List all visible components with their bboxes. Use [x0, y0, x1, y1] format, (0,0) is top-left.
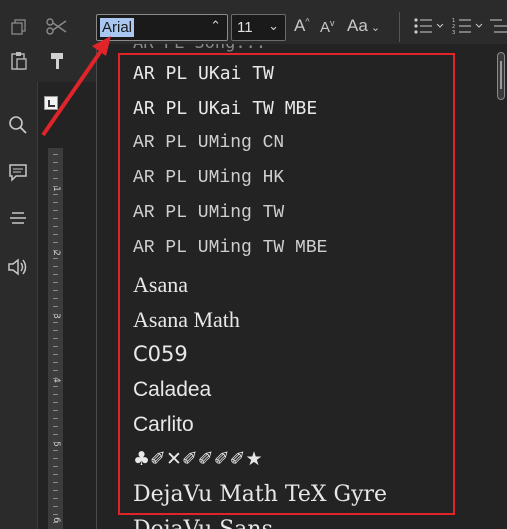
ruler-tick [53, 162, 58, 163]
format-painter-icon[interactable] [46, 50, 68, 72]
ruler-tick [53, 274, 58, 275]
ruler-tick [53, 442, 58, 443]
ruler-tick [53, 170, 58, 171]
shrink-font-icon[interactable]: Av [320, 18, 335, 36]
ruler-tick [53, 322, 58, 323]
ruler-tick [53, 226, 58, 227]
ruler-number: 6 [51, 517, 61, 523]
bullet-list-icon[interactable] [412, 16, 446, 36]
ruler-tick [53, 346, 58, 347]
comment-icon[interactable] [6, 161, 30, 183]
ruler-tick [53, 490, 58, 491]
font-item[interactable]: AR PL UKai TW [133, 56, 274, 91]
font-item[interactable]: AR PL UMing TW [133, 196, 284, 231]
ruler-tick [53, 154, 58, 155]
ruler-tick [53, 250, 58, 251]
ruler-tick [53, 210, 58, 211]
ruler-tick [53, 266, 58, 267]
speaker-icon[interactable] [6, 256, 30, 278]
font-item-partial[interactable]: AR PL Song... [133, 44, 266, 53]
ruler-tick [53, 362, 58, 363]
ruler-tick [53, 186, 58, 187]
ruler-tick [53, 434, 58, 435]
font-size-value[interactable]: 11 [237, 19, 253, 36]
font-item[interactable]: ♣✐✕✐✐✐✐★ [133, 442, 263, 477]
ruler-tick [53, 314, 58, 315]
ruler-tick [53, 178, 58, 179]
multilevel-list-icon[interactable] [488, 16, 507, 36]
left-sidebar [0, 82, 38, 529]
ruler-number: 4 [51, 377, 61, 383]
ruler-tick [53, 306, 58, 307]
font-item[interactable]: C059 [133, 337, 188, 372]
font-item[interactable]: Asana [133, 267, 188, 302]
font-item[interactable]: AR PL UMing TW MBE [133, 231, 327, 266]
font-name-combobox[interactable]: Arial ⌃ [96, 14, 228, 41]
ruler-tick [53, 410, 58, 411]
search-icon[interactable] [6, 114, 30, 136]
ruler-tick [53, 506, 58, 507]
ruler-tick [53, 194, 58, 195]
font-item[interactable]: AR PL UMing HK [133, 161, 284, 196]
font-item[interactable]: Asana Math [133, 302, 240, 337]
font-item[interactable]: AR PL UKai TW MBE [133, 91, 317, 126]
font-item[interactable]: AR PL UMing CN [133, 126, 284, 161]
ruler-tick [53, 338, 58, 339]
ruler-tick [53, 450, 58, 451]
ruler-number: 3 [51, 313, 61, 319]
ruler-number: 5 [51, 441, 61, 447]
chevron-up-icon[interactable]: ⌃ [210, 19, 221, 34]
tab-stop-selector[interactable] [44, 96, 58, 110]
ruler-tick [53, 330, 58, 331]
font-item[interactable]: Caladea [133, 372, 211, 407]
ruler-tick [53, 386, 58, 387]
svg-text:3: 3 [452, 30, 455, 35]
paste-icon[interactable] [8, 50, 30, 72]
toolbar-divider [399, 12, 400, 42]
font-name-value[interactable]: Arial [100, 18, 135, 37]
ruler-tick [53, 370, 58, 371]
ruler-tick [53, 474, 58, 475]
ruler-tick [53, 498, 58, 499]
grow-font-icon[interactable]: A^ [294, 16, 310, 36]
font-item[interactable]: DejaVu Math TeX Gyre [133, 477, 387, 512]
ruler-area [38, 82, 96, 529]
ruler-tick [53, 418, 58, 419]
ruler-tick [53, 282, 58, 283]
ruler-tick [53, 378, 58, 379]
ruler-tick [53, 298, 58, 299]
ruler-tick [53, 426, 58, 427]
ruler-tick [53, 202, 58, 203]
ruler-tick [53, 354, 58, 355]
vertical-ruler[interactable]: 1 2 3 4 5 6 [48, 148, 63, 529]
ruler-tick [53, 482, 58, 483]
ruler-tick [53, 290, 58, 291]
numbered-list-icon[interactable]: 123 [451, 16, 485, 36]
dropdown-scrollbar[interactable] [497, 52, 505, 100]
ruler-tick [53, 522, 58, 523]
ruler-tick [53, 458, 58, 459]
chevron-down-icon[interactable]: ⌄ [268, 19, 279, 34]
ruler-tick [53, 242, 58, 243]
ruler-tick [53, 402, 58, 403]
ruler-tick [53, 218, 58, 219]
ruler-tick [53, 394, 58, 395]
ruler-tick [53, 258, 58, 259]
copy-icon[interactable] [8, 16, 30, 38]
font-item[interactable]: Carlito [133, 407, 194, 442]
ruler-tick [53, 234, 58, 235]
font-item[interactable]: DejaVu Sans [133, 512, 273, 529]
ruler-tick [53, 466, 58, 467]
cut-icon[interactable] [44, 16, 70, 38]
align-icon[interactable] [6, 208, 30, 230]
font-size-combobox[interactable]: 11 ⌄ [231, 14, 286, 41]
font-dropdown-list[interactable]: AR PL Song... AR PL UKai TW AR PL UKai T… [96, 44, 507, 529]
ruler-tick [53, 514, 58, 515]
change-case-icon[interactable]: Aa ⌄ [347, 16, 380, 36]
